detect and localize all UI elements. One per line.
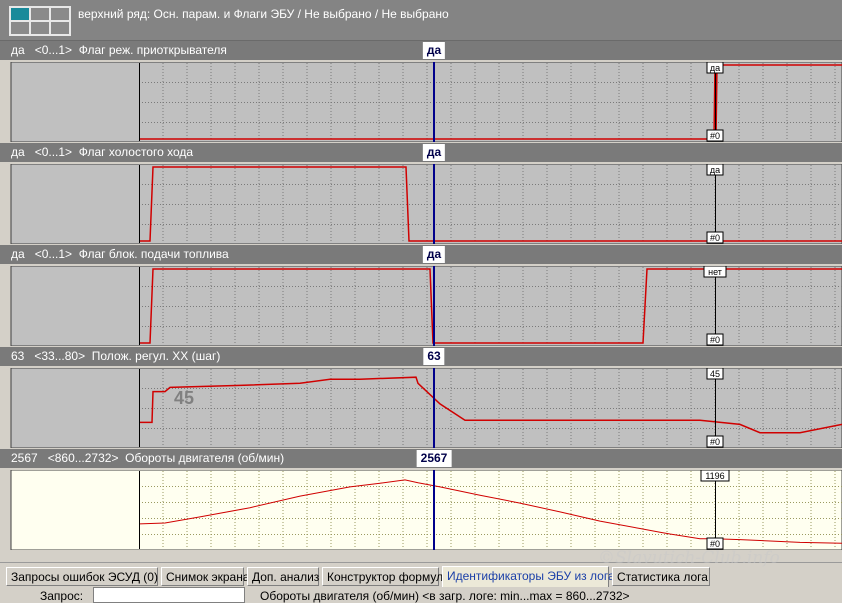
header-title: верхний ряд: Осн. парам. и Флаги ЭБУ / Н… bbox=[78, 7, 449, 21]
panel-range: <33...80> bbox=[34, 349, 86, 363]
marker-bottom-label: #0 bbox=[706, 435, 724, 448]
overlay-value: 45 bbox=[174, 388, 194, 408]
panel-range: <860...2732> bbox=[47, 451, 119, 465]
marker-bottom-label-text: #0 bbox=[710, 233, 720, 243]
panel-header: 2567 <860...2732> Обороты двигателя (об/… bbox=[0, 449, 842, 468]
bottom-tab-bar: Запросы ошибок ЭСУД (0) Снимок экрана До… bbox=[0, 562, 842, 603]
marker-bottom-label: #0 bbox=[706, 231, 724, 244]
plot-area[interactable]: 1196 #0 bbox=[0, 470, 842, 550]
panel-parameter-name: Флаг блок. подачи топлива bbox=[78, 247, 229, 261]
panel-title: да <0...1> Флаг реж. приоткрывателя bbox=[11, 41, 227, 60]
marker-top-label-text: нет bbox=[708, 267, 722, 277]
panel-parameter-name: Полож. регул. XX (шаг) bbox=[91, 349, 221, 363]
plot-area[interactable]: да #0 bbox=[0, 62, 842, 142]
cursor-value-label: да bbox=[422, 144, 446, 161]
panel-header: да <0...1> Флаг холостого хода да bbox=[0, 143, 842, 162]
layout-cell[interactable] bbox=[30, 21, 50, 35]
panel-header: да <0...1> Флаг блок. подачи топлива да bbox=[0, 245, 842, 264]
panel-current-value: да bbox=[11, 43, 25, 57]
top-header: верхний ряд: Осн. парам. и Флаги ЭБУ / Н… bbox=[0, 0, 842, 41]
tab-formula-builder[interactable]: Конструктор формул bbox=[322, 567, 443, 586]
marker-bottom-label-text: #0 bbox=[710, 437, 720, 447]
panel-header: 63 <33...80> Полож. регул. XX (шаг) 63 bbox=[0, 347, 842, 366]
panel-parameter-name: Флаг реж. приоткрывателя bbox=[78, 43, 227, 57]
panel-current-value: да bbox=[11, 145, 25, 159]
panel-range: <0...1> bbox=[34, 247, 73, 261]
marker-top-label-text: 1196 bbox=[705, 471, 724, 481]
panel-engine-rpm: 2567 <860...2732> Обороты двигателя (об/… bbox=[0, 449, 842, 550]
layout-cell[interactable] bbox=[50, 7, 70, 21]
layout-cell[interactable] bbox=[10, 21, 30, 35]
plot-svg[interactable]: нет #0 bbox=[0, 266, 842, 346]
tab-extra-analysis[interactable]: Доп. анализ bbox=[247, 567, 319, 586]
plot-svg[interactable]: да #0 bbox=[0, 164, 842, 244]
marker-top-label-text: 45 bbox=[710, 369, 720, 379]
marker-top-label: нет bbox=[703, 266, 727, 278]
marker-bottom-label-text: #0 bbox=[710, 335, 720, 345]
panel-idle-flag: да <0...1> Флаг холостого хода да да #0 bbox=[0, 143, 842, 244]
marker-top-label: 45 bbox=[706, 368, 724, 380]
marker-top-label-text: да bbox=[710, 165, 720, 175]
plot-area[interactable]: нет #0 bbox=[0, 266, 842, 346]
marker-top-label-text: да bbox=[710, 63, 720, 73]
panel-current-value: 63 bbox=[11, 349, 25, 363]
marker-bottom-label: #0 bbox=[706, 129, 724, 142]
layout-cell[interactable] bbox=[30, 7, 50, 21]
panel-title: да <0...1> Флаг блок. подачи топлива bbox=[11, 245, 229, 264]
panel-range: <0...1> bbox=[34, 43, 73, 57]
marker-bottom-label-text: #0 bbox=[710, 539, 720, 549]
plot-area[interactable]: 45 #0 45 bbox=[0, 368, 842, 448]
cursor-value-label: 2567 bbox=[416, 450, 452, 467]
request-label: Запрос: bbox=[40, 589, 84, 603]
marker-bottom-label: #0 bbox=[706, 333, 724, 346]
panel-current-value: 2567 bbox=[11, 451, 38, 465]
panel-opener-flag: да <0...1> Флаг реж. приоткрывателя да да #… bbox=[0, 41, 842, 142]
plot-svg[interactable]: да #0 bbox=[0, 62, 842, 142]
tab-ecu-identifiers[interactable]: Идентификаторы ЭБУ из лога bbox=[442, 566, 615, 587]
tab-error-requests[interactable]: Запросы ошибок ЭСУД (0) bbox=[6, 567, 158, 586]
layout-cell[interactable] bbox=[50, 21, 70, 35]
panel-current-value: да bbox=[11, 247, 25, 261]
plot-svg[interactable]: 1196 #0 bbox=[0, 470, 842, 550]
panel-parameter-name: Флаг холостого хода bbox=[78, 145, 194, 159]
panel-fuel-cut-flag: да <0...1> Флаг блок. подачи топлива да не… bbox=[0, 245, 842, 346]
cursor-value-label: да bbox=[422, 246, 446, 263]
panel-title: 2567 <860...2732> Обороты двигателя (об/… bbox=[11, 449, 284, 468]
marker-bottom-label-text: #0 bbox=[710, 131, 720, 141]
panel-range: <0...1> bbox=[34, 145, 73, 159]
panel-idle-valve-position: 63 <33...80> Полож. регул. XX (шаг) 63 45 #… bbox=[0, 347, 842, 448]
cursor-value-label: 63 bbox=[423, 348, 445, 365]
request-input[interactable] bbox=[93, 587, 245, 603]
marker-bottom-label: #0 bbox=[706, 537, 724, 550]
status-info-text: Обороты двигателя (об/мин) <в загр. логе… bbox=[260, 589, 630, 603]
tab-screenshot[interactable]: Снимок экрана bbox=[161, 567, 250, 586]
layout-cell-selected[interactable] bbox=[10, 7, 30, 21]
panel-title: 63 <33...80> Полож. регул. XX (шаг) bbox=[11, 347, 220, 366]
marker-top-label: да bbox=[706, 62, 724, 74]
marker-top-label: да bbox=[706, 164, 724, 176]
layout-selector-icon[interactable] bbox=[9, 6, 71, 36]
panel-header: да <0...1> Флаг реж. приоткрывателя да bbox=[0, 41, 842, 60]
plot-svg[interactable]: 45 #0 45 bbox=[0, 368, 842, 448]
panel-title: да <0...1> Флаг холостого хода bbox=[11, 143, 193, 162]
tab-log-statistics[interactable]: Статистика лога bbox=[612, 567, 710, 586]
plot-area[interactable]: да #0 bbox=[0, 164, 842, 244]
cursor-value-label: да bbox=[422, 42, 446, 59]
panel-parameter-name: Обороты двигателя (об/мин) bbox=[125, 451, 285, 465]
marker-top-label: 1196 bbox=[700, 470, 730, 482]
